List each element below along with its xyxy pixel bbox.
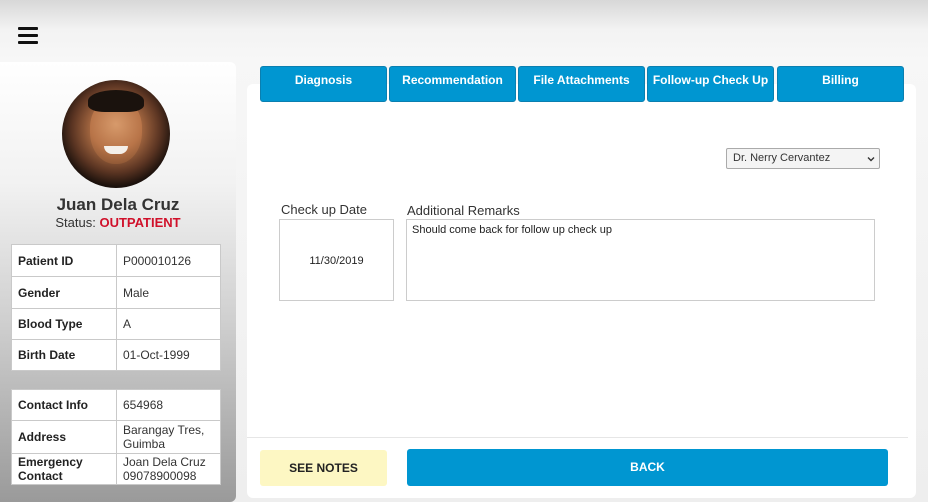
detail-label: Birth Date <box>11 339 117 371</box>
avatar-hair <box>88 90 144 112</box>
back-button[interactable]: BACK <box>407 449 888 486</box>
chevron-down-icon <box>867 157 875 162</box>
detail-value: P000010126 <box>116 244 221 277</box>
address-line: Guimba <box>123 437 166 451</box>
detail-label: Blood Type <box>11 308 117 340</box>
table-row: Patient ID P000010126 <box>11 244 221 277</box>
address-label: Address <box>11 420 117 454</box>
emergency-contact-label: Emergency Contact <box>11 453 117 485</box>
table-row: Emergency Contact Joan Dela Cruz 0907890… <box>11 453 221 485</box>
menu-bar <box>18 41 38 44</box>
patient-sidebar: Juan Dela Cruz Status: OUTPATIENT Patien… <box>0 62 236 502</box>
contact-info-label: Contact Info <box>11 389 117 421</box>
table-row: Blood Type A <box>11 308 221 340</box>
tab-billing[interactable]: Billing <box>777 66 904 102</box>
hamburger-menu-icon[interactable] <box>18 27 38 44</box>
emergency-phone: 09078900098 <box>123 469 197 483</box>
emergency-label-line: Contact <box>18 469 63 483</box>
checkup-date-field[interactable]: 11/30/2019 <box>279 219 394 301</box>
status-value: OUTPATIENT <box>99 215 181 230</box>
patient-name: Juan Dela Cruz <box>56 195 180 214</box>
table-row: Gender Male <box>11 276 221 309</box>
patient-avatar <box>62 80 170 188</box>
remarks-textarea[interactable]: Should come back for follow up check up <box>406 219 875 301</box>
tab-file-attachments[interactable]: File Attachments <box>518 66 645 102</box>
table-row: Address Barangay Tres, Guimba <box>11 420 221 454</box>
table-row: Birth Date 01-Oct-1999 <box>11 339 221 371</box>
patient-details-table: Patient ID P000010126 Gender Male Blood … <box>11 244 221 371</box>
tab-diagnosis[interactable]: Diagnosis <box>260 66 387 102</box>
checkup-date-label: Check up Date <box>281 202 367 217</box>
remarks-label: Additional Remarks <box>407 203 520 218</box>
emergency-label-line: Emergency <box>18 455 83 469</box>
patient-contact-table: Contact Info 654968 Address Barangay Tre… <box>11 389 221 485</box>
detail-label: Gender <box>11 276 117 309</box>
emergency-name: Joan Dela Cruz <box>123 455 206 469</box>
detail-value: 01-Oct-1999 <box>116 339 221 371</box>
status-label: Status: <box>55 215 96 230</box>
table-row: Contact Info 654968 <box>11 389 221 421</box>
tab-recommendation[interactable]: Recommendation <box>389 66 516 102</box>
doctor-select-value: Dr. Nerry Cervantez <box>733 152 831 164</box>
menu-bar <box>18 27 38 30</box>
tab-follow-up-check-up[interactable]: Follow-up Check Up <box>647 66 774 102</box>
doctor-select[interactable]: Dr. Nerry Cervantez <box>726 148 880 169</box>
patient-status: Status: OUTPATIENT <box>0 215 236 230</box>
detail-value: Male <box>116 276 221 309</box>
see-notes-button[interactable]: SEE NOTES <box>260 450 387 486</box>
emergency-contact-value: Joan Dela Cruz 09078900098 <box>116 453 221 485</box>
divider <box>247 437 908 438</box>
detail-value: A <box>116 308 221 340</box>
address-value: Barangay Tres, Guimba <box>116 420 221 454</box>
menu-bar <box>18 34 38 37</box>
detail-label: Patient ID <box>11 244 117 277</box>
contact-info-value: 654968 <box>116 389 221 421</box>
address-line: Barangay Tres, <box>123 423 205 437</box>
